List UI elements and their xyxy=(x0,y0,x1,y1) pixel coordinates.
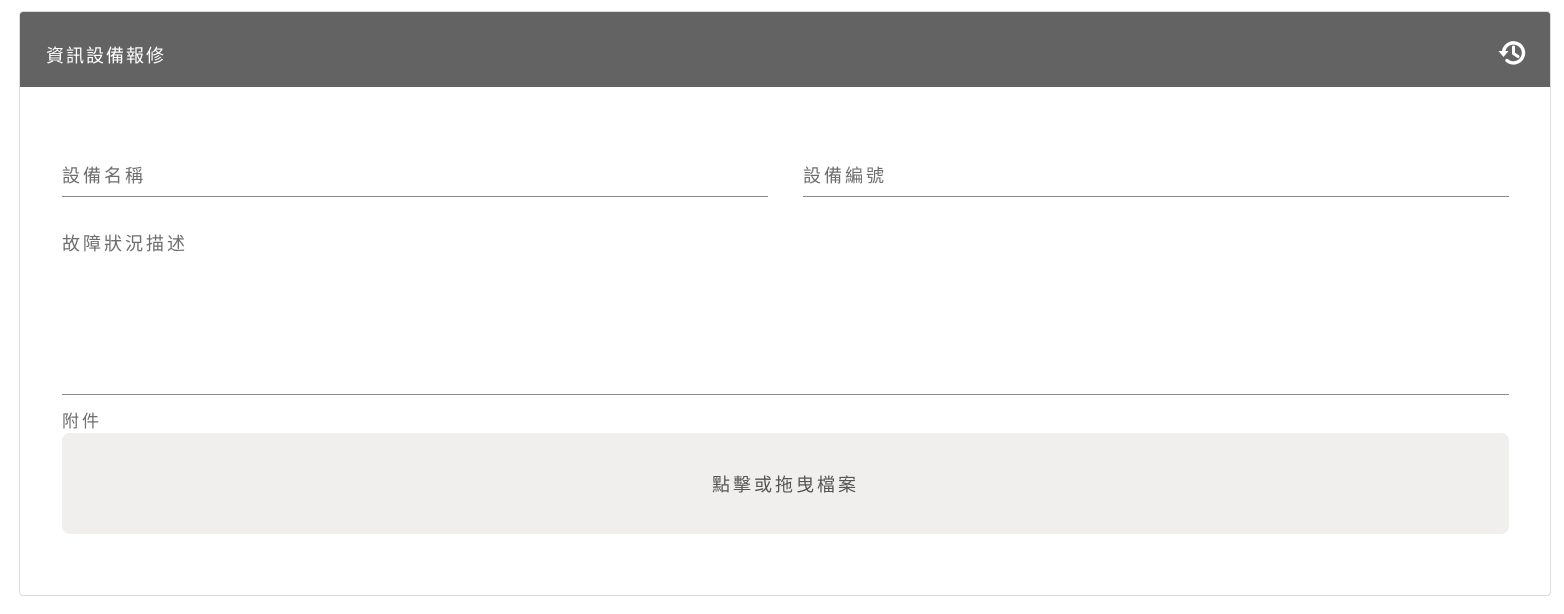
attachment-label: 附件 xyxy=(62,412,102,432)
equipment-code-input[interactable] xyxy=(803,156,1509,196)
history-button[interactable] xyxy=(1496,36,1530,70)
history-icon xyxy=(1498,41,1526,65)
equipment-name-input[interactable] xyxy=(62,156,768,196)
equipment-name-field xyxy=(62,156,768,197)
fault-description-textarea[interactable] xyxy=(62,226,1509,394)
page-title: 資訊設備報修 xyxy=(46,46,166,67)
fault-description-field xyxy=(62,226,1509,395)
file-dropzone[interactable]: 點擊或拖曳檔案 xyxy=(62,433,1509,534)
equipment-code-field xyxy=(803,156,1509,197)
dropzone-text: 點擊或拖曳檔案 xyxy=(712,474,859,496)
card-header: 資訊設備報修 xyxy=(20,12,1550,87)
repair-form-card: 資訊設備報修 附件 點擊或拖曳檔案 xyxy=(19,11,1551,596)
